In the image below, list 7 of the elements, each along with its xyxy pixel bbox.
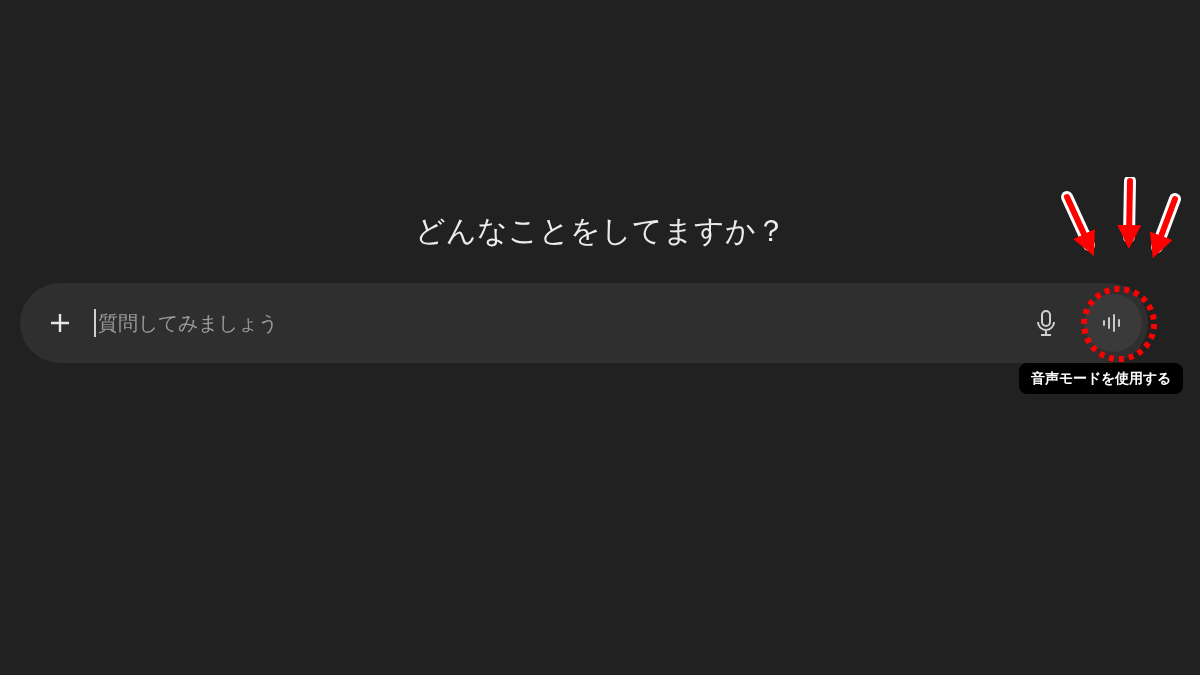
tooltip: 音声モードを使用する (1019, 363, 1183, 394)
message-composer[interactable]: 質問してみましょう (20, 283, 1148, 363)
prompt-input[interactable]: 質問してみましょう (94, 309, 1008, 337)
voice-mode-button[interactable] (1084, 294, 1142, 352)
plus-icon (49, 312, 71, 334)
page-heading: どんなことをしてますか？ (414, 212, 786, 250)
microphone-icon (1036, 309, 1056, 337)
